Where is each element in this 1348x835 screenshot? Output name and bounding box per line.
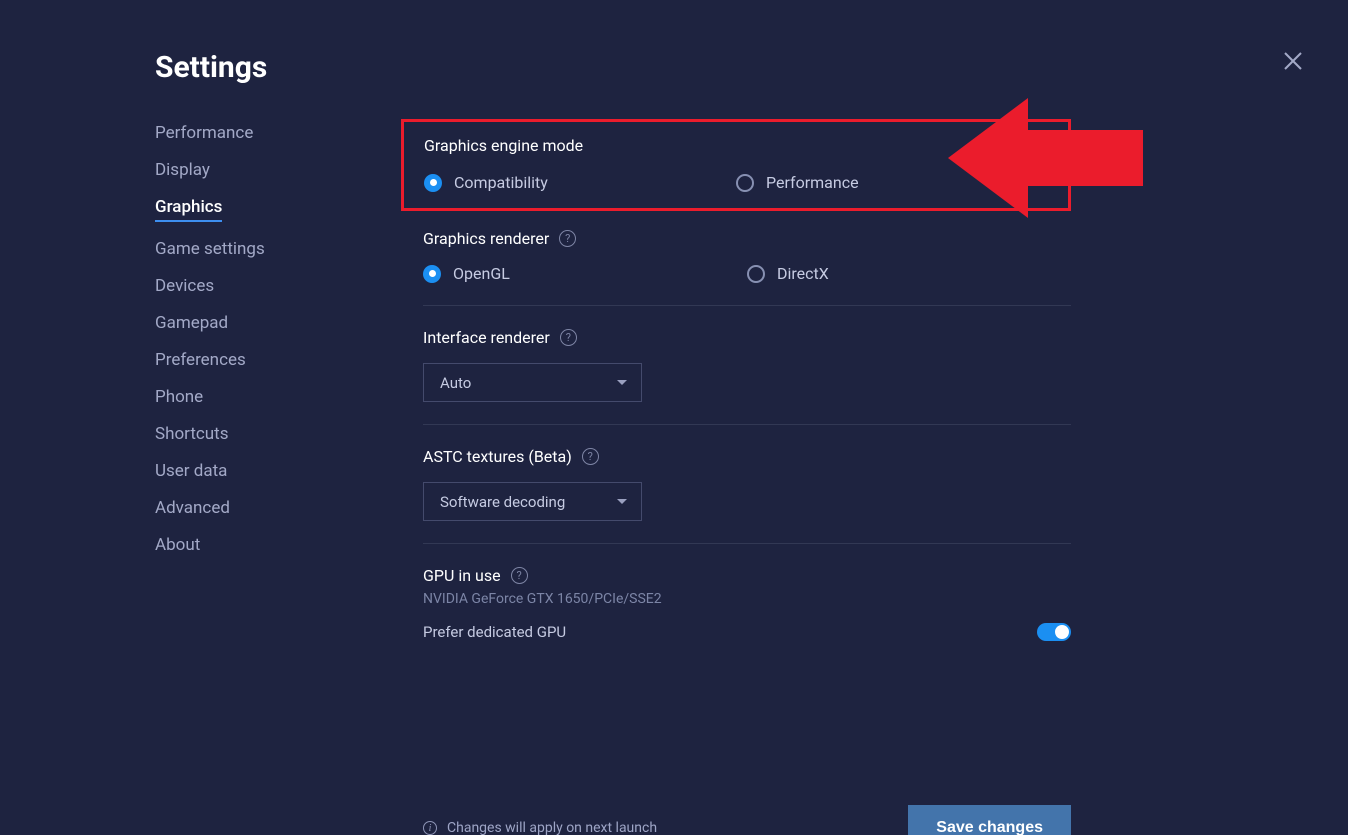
engine-mode-compatibility-label: Compatibility (454, 173, 548, 192)
prefer-gpu-toggle[interactable] (1037, 623, 1071, 641)
renderer-directx[interactable]: DirectX (747, 264, 1071, 283)
renderer-directx-label: DirectX (777, 264, 829, 283)
nav-phone[interactable]: Phone (155, 387, 203, 407)
interface-renderer-title: Interface renderer (423, 328, 550, 347)
astc-value: Software decoding (440, 493, 565, 511)
nav-performance[interactable]: Performance (155, 123, 253, 143)
renderer-title: Graphics renderer (423, 229, 549, 248)
engine-mode-title: Graphics engine mode (424, 136, 583, 155)
help-icon[interactable]: ? (511, 567, 528, 584)
nav-about[interactable]: About (155, 535, 200, 555)
save-changes-button[interactable]: Save changes (908, 805, 1071, 835)
interface-renderer-value: Auto (440, 374, 471, 392)
gpu-value: NVIDIA GeForce GTX 1650/PCIe/SSE2 (423, 591, 1071, 607)
help-icon[interactable]: ? (582, 448, 599, 465)
help-icon[interactable]: ? (560, 329, 577, 346)
footer-message: Changes will apply on next launch (447, 820, 657, 835)
radio-unselected-icon (736, 174, 754, 192)
annotation-arrow-icon (948, 98, 1148, 218)
page-title: Settings (155, 50, 1348, 85)
nav-shortcuts[interactable]: Shortcuts (155, 424, 229, 444)
renderer-opengl[interactable]: OpenGL (423, 264, 747, 283)
engine-mode-compatibility[interactable]: Compatibility (424, 173, 736, 192)
nav-devices[interactable]: Devices (155, 276, 214, 296)
nav-display[interactable]: Display (155, 160, 210, 180)
prefer-gpu-label: Prefer dedicated GPU (423, 623, 566, 641)
astc-title: ASTC textures (Beta) (423, 447, 572, 466)
nav-preferences[interactable]: Preferences (155, 350, 246, 370)
settings-main: Graphics engine mode Compatibility Perfo… (423, 119, 1071, 835)
close-icon (1283, 51, 1303, 71)
info-icon: i (423, 821, 437, 835)
nav-advanced[interactable]: Advanced (155, 498, 230, 518)
interface-renderer-select[interactable]: Auto (423, 363, 642, 402)
caret-down-icon (617, 380, 627, 385)
radio-selected-icon (424, 174, 442, 192)
gpu-title: GPU in use (423, 566, 501, 585)
astc-select[interactable]: Software decoding (423, 482, 642, 521)
nav-gamepad[interactable]: Gamepad (155, 313, 228, 333)
engine-mode-performance-label: Performance (766, 173, 859, 192)
close-button[interactable] (1280, 48, 1306, 74)
renderer-opengl-label: OpenGL (453, 264, 510, 283)
nav-game-settings[interactable]: Game settings (155, 239, 265, 259)
settings-sidebar: Performance Display Graphics Game settin… (155, 119, 423, 835)
radio-selected-icon (423, 265, 441, 283)
caret-down-icon (617, 499, 627, 504)
nav-user-data[interactable]: User data (155, 461, 227, 481)
radio-unselected-icon (747, 265, 765, 283)
help-icon[interactable]: ? (559, 230, 576, 247)
nav-graphics[interactable]: Graphics (155, 197, 222, 222)
